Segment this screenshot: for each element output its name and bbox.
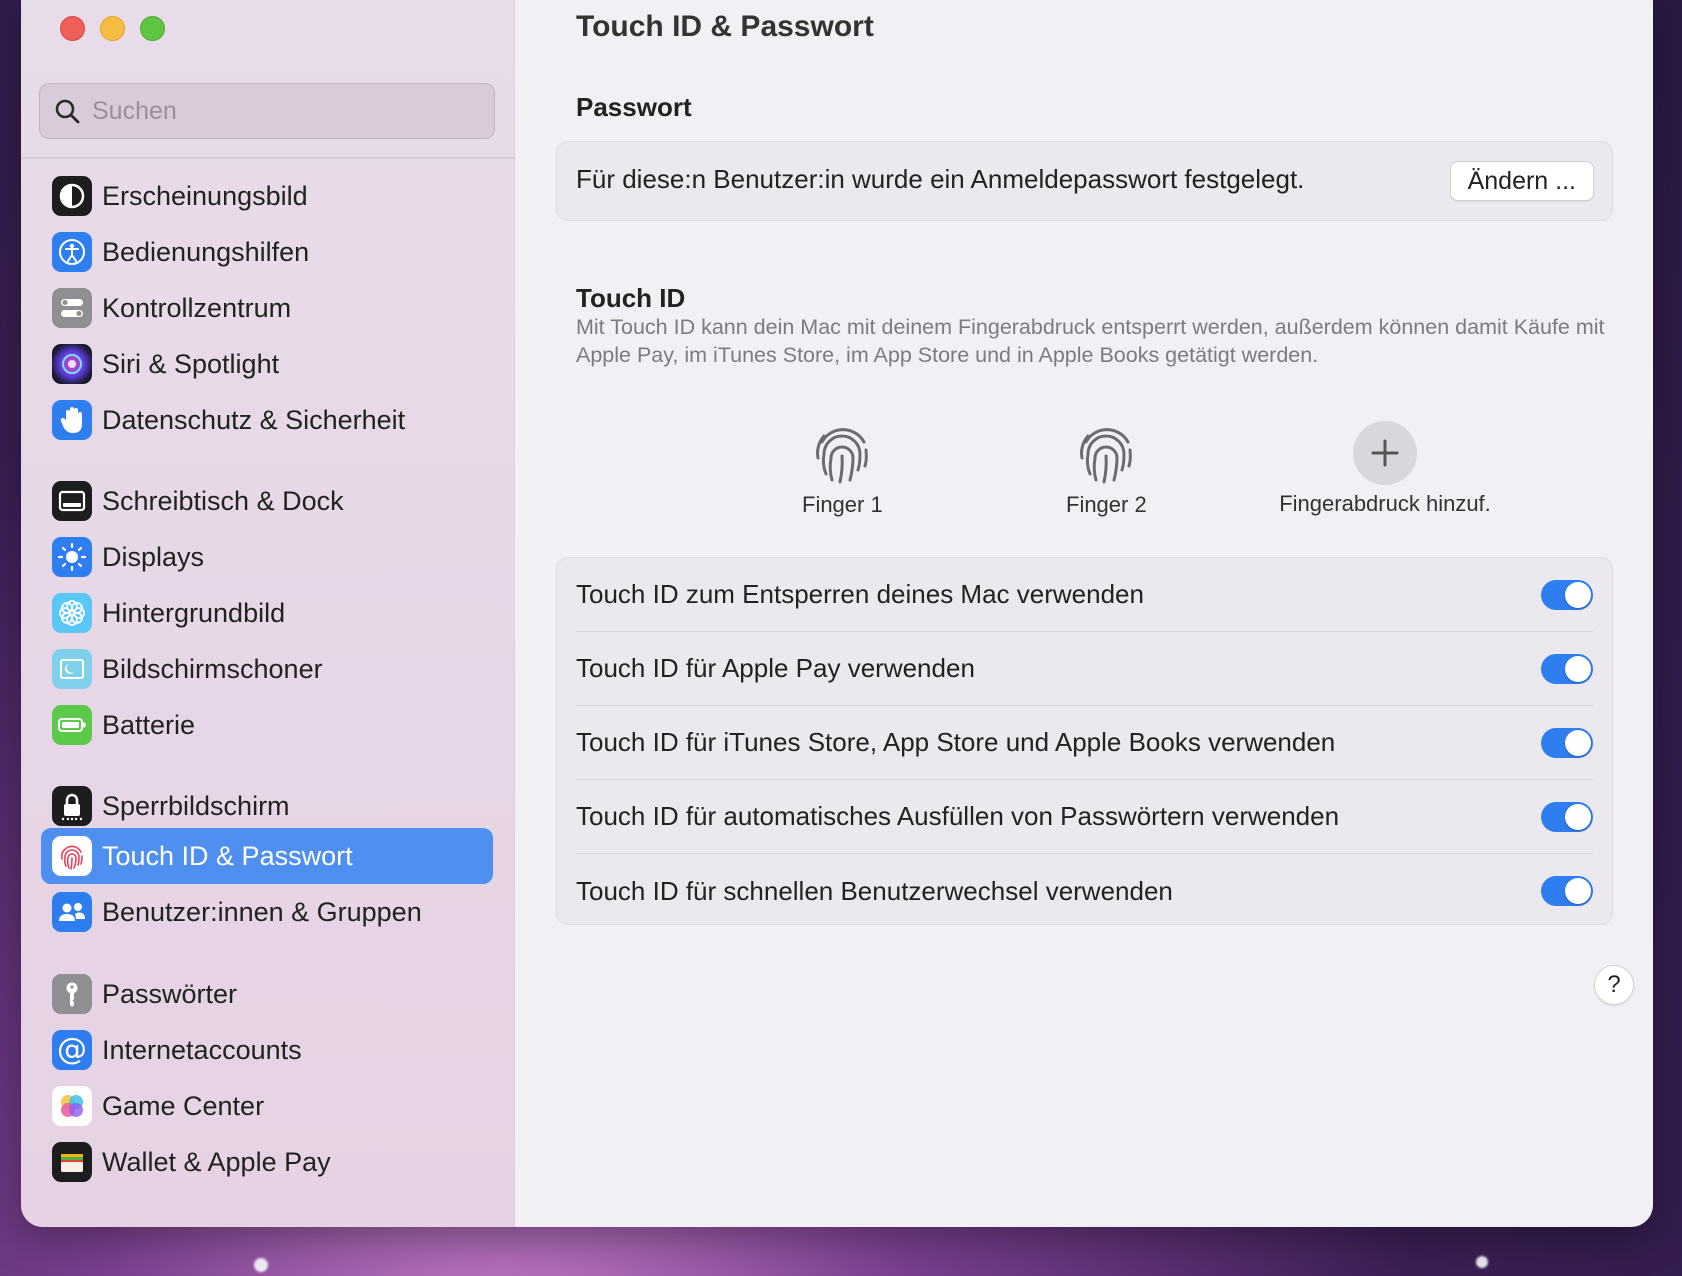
key-icon (52, 974, 92, 1014)
sidebar-item-wallet[interactable]: Wallet & Apple Pay (41, 1134, 493, 1190)
zoom-button[interactable] (140, 16, 165, 41)
sun-icon (52, 537, 92, 577)
sidebar-item-label: Benutzer:innen & Gruppen (102, 896, 422, 927)
game-center-icon (52, 1086, 92, 1126)
sidebar-item-label: Schreibtisch & Dock (102, 485, 344, 516)
change-password-button[interactable]: Ändern ... (1449, 161, 1594, 201)
sidebar-item-label: Wallet & Apple Pay (102, 1146, 331, 1177)
sidebar-item-batterie[interactable]: Batterie (41, 697, 493, 753)
sidebar: Erscheinungsbild Bedienungshilfen Kontro… (21, 0, 515, 1227)
fingerprint-label: Finger 1 (802, 492, 883, 517)
toggle-row-unlock: Touch ID zum Entsperren deines Mac verwe… (576, 558, 1593, 632)
sidebar-item-label: Displays (102, 541, 205, 572)
window-controls (60, 16, 165, 41)
sidebar-divider (21, 157, 515, 159)
sidebar-item-bildschirmschoner[interactable]: Bildschirmschoner (41, 641, 493, 697)
dock-icon (52, 481, 92, 521)
screensaver-icon (52, 649, 92, 689)
fingerprint-finger-1[interactable]: Finger 1 (802, 418, 883, 518)
sidebar-item-label: Sperrbildschirm (102, 790, 290, 821)
touchid-description: Mit Touch ID kann dein Mac mit deinem Fi… (576, 315, 1605, 367)
close-button[interactable] (60, 16, 85, 41)
fingerprint-label: Finger 2 (1066, 492, 1147, 517)
sidebar-item-schreibtisch-dock[interactable]: Schreibtisch & Dock (41, 473, 493, 529)
sidebar-item-sperrbildschirm[interactable]: Sperrbildschirm (41, 778, 493, 834)
fingerprint-finger-2[interactable]: Finger 2 (1066, 418, 1147, 518)
toggle-label: Touch ID zum Entsperren deines Mac verwe… (576, 579, 1144, 609)
sidebar-item-touch-id-passwort[interactable]: Touch ID & Passwort (41, 828, 493, 884)
sidebar-item-hintergrundbild[interactable]: Hintergrundbild (41, 585, 493, 641)
toggle-switch-unlock[interactable] (1541, 579, 1593, 610)
toggle-label: Touch ID für Apple Pay verwenden (576, 653, 975, 683)
sidebar-item-datenschutz[interactable]: Datenschutz & Sicherheit (41, 392, 493, 448)
sidebar-item-label: Siri & Spotlight (102, 348, 280, 379)
siri-icon (52, 344, 92, 384)
touchid-heading: Touch ID (576, 283, 686, 313)
flower-icon (52, 593, 92, 633)
sidebar-item-passwoerter[interactable]: Passwörter (41, 966, 493, 1022)
toggle-switch-stores[interactable] (1541, 727, 1593, 758)
page-title: Touch ID & Passwort (576, 10, 874, 43)
toggle-row-user-switch: Touch ID für schnellen Benutzerwechsel v… (576, 854, 1593, 928)
sidebar-item-game-center[interactable]: Game Center (41, 1078, 493, 1134)
toggle-switch-autofill[interactable] (1541, 801, 1593, 832)
sidebar-item-displays[interactable]: Displays (41, 529, 493, 585)
main-content: Touch ID & Passwort Passwort Für diese:n… (516, 0, 1653, 1227)
add-fingerprint-button[interactable]: Fingerabdruck hinzuf. (1255, 418, 1515, 517)
sidebar-item-label: Erscheinungsbild (102, 180, 308, 211)
sidebar-item-label: Datenschutz & Sicherheit (102, 404, 406, 435)
toggle-row-autofill: Touch ID für automatisches Ausfüllen von… (576, 780, 1593, 854)
fingerprint-icon (816, 428, 869, 484)
minimize-button[interactable] (100, 16, 125, 41)
sidebar-item-label: Bedienungshilfen (102, 236, 310, 267)
password-card: Für diese:n Benutzer:in wurde ein Anmeld… (556, 141, 1613, 221)
search-input[interactable] (92, 96, 472, 126)
sidebar-item-benutzer-gruppen[interactable]: Benutzer:innen & Gruppen (41, 884, 493, 940)
touchid-options-card: Touch ID zum Entsperren deines Mac verwe… (556, 557, 1613, 925)
sidebar-item-erscheinungsbild[interactable]: Erscheinungsbild (41, 168, 493, 224)
toggle-switch-user-switch[interactable] (1541, 876, 1593, 906)
fingerprint-icon (52, 836, 92, 876)
sidebar-item-label: Bildschirmschoner (102, 653, 323, 684)
lock-icon (52, 786, 92, 826)
help-button[interactable]: ? (1594, 965, 1634, 1005)
users-icon (52, 892, 92, 932)
toggle-label: Touch ID für schnellen Benutzerwechsel v… (576, 875, 1173, 906)
sidebar-item-label: Batterie (102, 709, 196, 740)
at-icon: @ (52, 1030, 92, 1070)
search-field[interactable] (39, 83, 495, 139)
sidebar-item-label: Game Center (102, 1090, 265, 1121)
toggle-switch-apple-pay[interactable] (1541, 653, 1593, 684)
sidebar-item-siri[interactable]: Siri & Spotlight (41, 336, 493, 392)
hand-icon (52, 400, 92, 440)
toggle-label: Touch ID für automatisches Ausfüllen von… (576, 801, 1340, 831)
password-heading: Passwort (576, 92, 692, 122)
toggle-row-stores: Touch ID für iTunes Store, App Store und… (576, 706, 1593, 780)
sidebar-item-bedienungshilfen[interactable]: Bedienungshilfen (41, 224, 493, 280)
sidebar-item-label: Touch ID & Passwort (102, 840, 353, 871)
plus-icon (1353, 421, 1417, 485)
wallet-icon (52, 1142, 92, 1182)
sidebar-item-internetaccounts[interactable]: @ Internetaccounts (41, 1022, 493, 1078)
search-icon (55, 99, 80, 124)
battery-icon (52, 705, 92, 745)
toggle-label: Touch ID für iTunes Store, App Store und… (576, 727, 1336, 757)
sidebar-item-label: Kontrollzentrum (102, 292, 292, 323)
password-status-text: Für diese:n Benutzer:in wurde ein Anmeld… (576, 164, 1305, 194)
appearance-icon (52, 176, 92, 216)
add-fingerprint-label: Fingerabdruck hinzuf. (1279, 491, 1491, 516)
control-center-icon (52, 288, 92, 328)
sidebar-item-label: Hintergrundbild (102, 597, 286, 628)
sidebar-item-label: Internetaccounts (102, 1034, 302, 1065)
settings-window: Erscheinungsbild Bedienungshilfen Kontro… (21, 0, 1653, 1227)
accessibility-icon (52, 232, 92, 272)
sidebar-item-kontrollzentrum[interactable]: Kontrollzentrum (41, 280, 493, 336)
fingerprint-icon (1080, 428, 1133, 484)
sidebar-item-label: Passwörter (102, 978, 238, 1009)
toggle-row-apple-pay: Touch ID für Apple Pay verwenden (576, 632, 1593, 706)
